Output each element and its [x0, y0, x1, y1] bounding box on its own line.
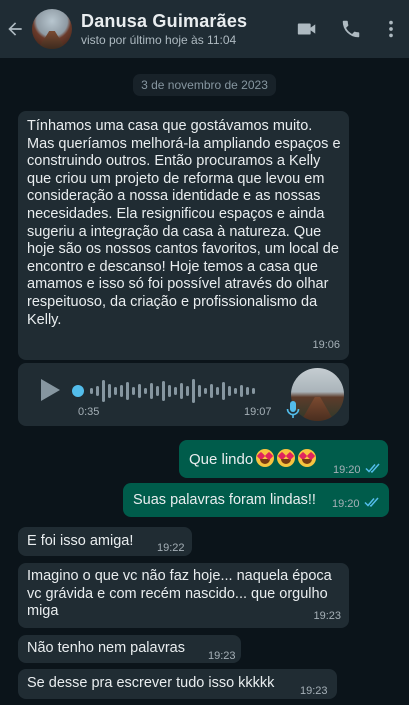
message-text: Não tenho nem palavras: [27, 640, 185, 656]
message-time: 19:23: [313, 609, 341, 622]
play-icon: [41, 379, 60, 401]
heart-eyes-emoji-icon: [298, 449, 317, 467]
message-bubble-incoming[interactable]: Imagino o que vc não faz hoje... naquela…: [18, 563, 349, 628]
date-separator: 3 de novembro de 2023: [133, 74, 276, 96]
message-time: 19:06: [312, 338, 340, 351]
message-time: 19:23: [300, 685, 328, 697]
message-bubble-incoming[interactable]: Se desse pra escrever tudo isso kkkkk 19…: [18, 669, 337, 699]
message-text: Imagino o que vc não faz hoje... naquela…: [27, 568, 336, 620]
message-bubble-incoming[interactable]: E foi isso amiga! 19:22: [18, 527, 192, 556]
contact-name: Danusa Guimarães: [81, 10, 248, 31]
message-bubble-outgoing[interactable]: Suas palavras foram lindas!! 19:20: [123, 483, 389, 517]
mic-icon-wrap: [286, 401, 300, 425]
message-time: 19:22: [157, 542, 185, 554]
video-call-button[interactable]: [285, 0, 329, 58]
message-text-row: Que lindo: [189, 449, 317, 469]
voice-call-button[interactable]: [329, 0, 373, 58]
playback-position-dot[interactable]: [72, 385, 84, 397]
waveform[interactable]: [72, 375, 282, 407]
more-options-icon: [389, 20, 393, 38]
message-time: 19:07: [244, 405, 272, 418]
read-ticks-icon: [365, 463, 380, 473]
more-options-button[interactable]: [373, 0, 409, 58]
message-time: 19:20: [332, 498, 360, 510]
message-text: E foi isso amiga!: [27, 533, 134, 549]
chat-header: Danusa Guimarães visto por último hoje à…: [0, 0, 409, 58]
phone-icon: [342, 20, 360, 38]
read-ticks-icon: [364, 497, 379, 507]
last-seen-status: visto por último hoje às 11:04: [81, 32, 237, 47]
message-time: 19:20: [333, 464, 361, 476]
heart-eyes-emoji-icon: [256, 449, 275, 467]
microphone-icon: [286, 401, 300, 418]
message-text: Suas palavras foram lindas!!: [133, 492, 316, 508]
message-bubble-incoming[interactable]: Não tenho nem palavras 19:23: [18, 635, 241, 663]
voice-message-bubble[interactable]: 0:35 19:07: [18, 363, 349, 426]
message-text: Se desse pra escrever tudo isso kkkkk: [27, 675, 275, 691]
heart-eyes-emoji-icon: [277, 449, 296, 467]
message-text: Tínhamos uma casa que gostávamos muito. …: [27, 118, 345, 328]
avatar[interactable]: [32, 9, 72, 49]
video-call-icon: [297, 23, 316, 35]
message-bubble-incoming[interactable]: Tínhamos uma casa que gostávamos muito. …: [18, 111, 349, 360]
message-bubble-outgoing[interactable]: Que lindo 19:20: [179, 440, 388, 478]
back-arrow-icon: [8, 22, 22, 36]
voice-duration: 0:35: [78, 405, 100, 418]
contact-info[interactable]: Danusa Guimarães visto por último hoje à…: [81, 11, 285, 48]
play-button[interactable]: [39, 378, 61, 408]
message-time: 19:23: [208, 650, 236, 662]
back-button[interactable]: [0, 0, 30, 58]
message-text: Que lindo: [189, 451, 254, 468]
